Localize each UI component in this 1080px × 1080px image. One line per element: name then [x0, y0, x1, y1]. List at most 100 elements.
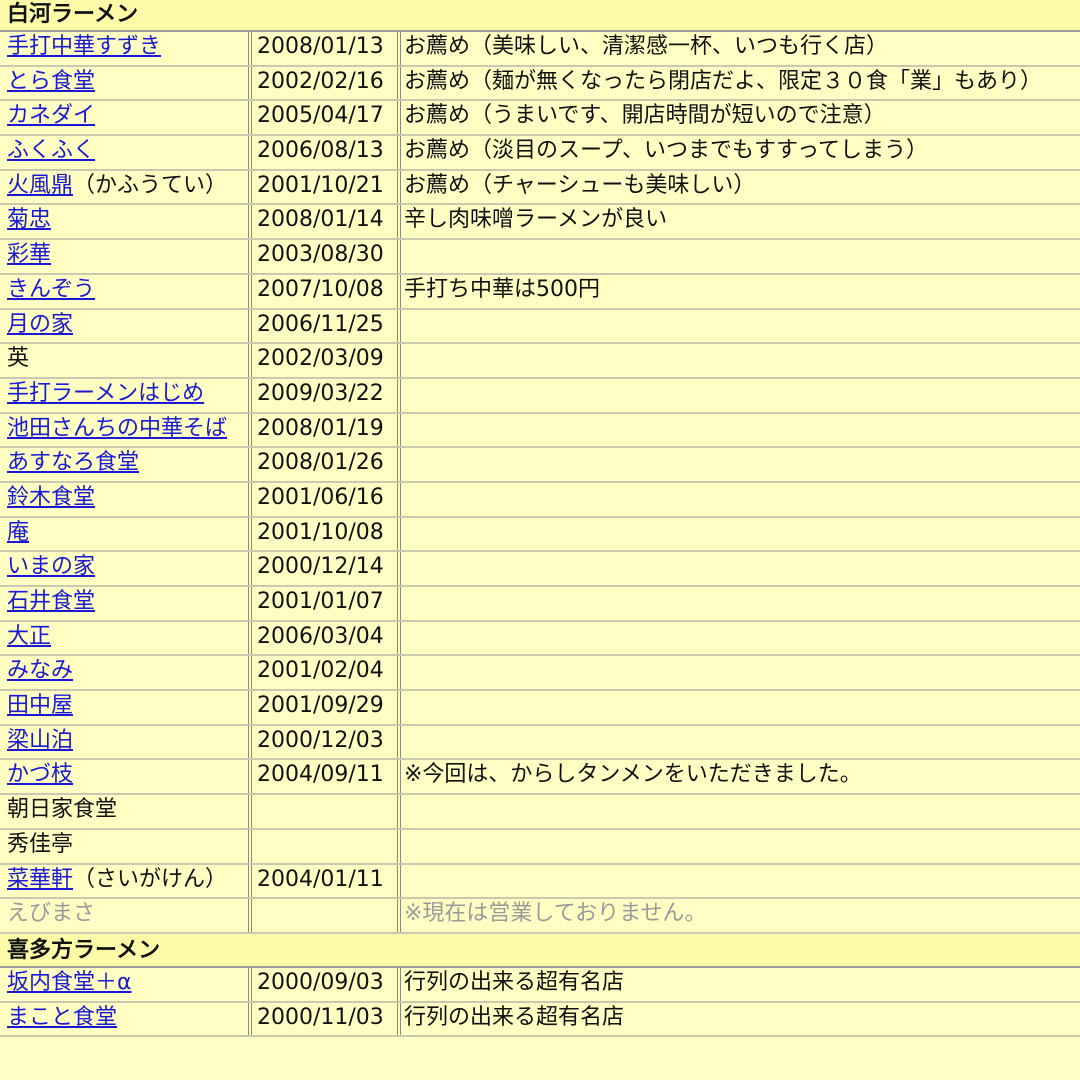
visit-date-cell: 2000/12/03 — [248, 725, 401, 759]
shop-name-cell: みなみ — [0, 656, 248, 690]
shop-link[interactable]: ふくふく — [7, 138, 95, 163]
shop-name-cell: いまの家 — [0, 552, 248, 585]
shop-link[interactable]: いまの家 — [7, 554, 95, 579]
shop-link[interactable]: きんぞう — [7, 277, 95, 302]
shop-name-cell: ふくふく — [0, 136, 248, 169]
visit-date-cell: 2001/06/16 — [248, 482, 401, 516]
shop-name: 秀佳亭 — [7, 831, 74, 857]
table-row: 彩華 2003/08/30 — [0, 240, 1080, 275]
visit-date-cell — [248, 795, 401, 828]
shop-link[interactable]: 菜華軒 — [7, 867, 73, 892]
shop-link[interactable]: 池田さんちの中華そば — [7, 416, 227, 441]
shop-link[interactable]: 石井食堂 — [7, 589, 95, 614]
comment-cell — [401, 656, 1080, 690]
visit-date-cell: 2006/03/04 — [248, 621, 401, 655]
shop-link[interactable]: とら食堂 — [7, 69, 95, 94]
comment-cell — [401, 413, 1080, 447]
table-row: 手打ラーメンはじめ 2009/03/22 — [0, 378, 1080, 414]
visit-date-cell: 2001/10/08 — [248, 517, 401, 551]
table-row: カネダイ 2005/04/17 お薦め（うまいです、開店時間が短いので注意） — [0, 101, 1080, 137]
visit-date-cell: 2006/08/13 — [248, 136, 401, 169]
visit-date-cell: 2002/03/09 — [248, 344, 401, 377]
shop-name-cell: 菊忠 — [0, 205, 248, 239]
table-row: 鈴木食堂 2001/06/16 — [0, 482, 1080, 518]
shop-name-cell: 大正 — [0, 621, 248, 655]
comment-cell: お薦め（チャーシューも美味しい） — [401, 170, 1080, 204]
shop-link[interactable]: あすなろ食堂 — [7, 450, 139, 475]
shop-name-cell: 朝日家食堂 — [0, 795, 248, 828]
table-row: 菜華軒（さいがけん） 2004/01/11 — [0, 864, 1080, 900]
comment-cell: お薦め（美味しい、清潔感一杯、いつも行く店） — [401, 32, 1080, 65]
ramen-shop-list: 白河ラーメン 手打中華すずき 2008/01/13 お薦め（美味しい、清潔感一杯、いつ… — [0, 0, 1080, 1038]
shop-link[interactable]: 大正 — [7, 624, 51, 649]
comment-cell — [401, 517, 1080, 551]
table-row: 手打中華すずき 2008/01/13 お薦め（美味しい、清潔感一杯、いつも行く店） — [0, 32, 1080, 67]
table-row: 月の家 2006/11/25 — [0, 309, 1080, 345]
table-row: 石井食堂 2001/01/07 — [0, 587, 1080, 622]
shop-name-cell: 庵 — [0, 517, 248, 551]
shop-name-cell: カネダイ — [0, 101, 248, 135]
comment-cell: お薦め（うまいです、開店時間が短いので注意） — [401, 101, 1080, 135]
shop-name: 英 — [7, 346, 30, 372]
table-row: ふくふく 2006/08/13 お薦め（淡目のスープ、いつまでもすすってしまう） — [0, 136, 1080, 171]
shop-link[interactable]: 坂内食堂＋α — [7, 970, 132, 995]
shop-name-cell: 手打中華すずき — [0, 32, 248, 65]
visit-date-cell: 2008/01/14 — [248, 205, 401, 239]
shop-name-cell: 菜華軒（さいがけん） — [0, 864, 248, 898]
shop-link[interactable]: まこと食堂 — [7, 1005, 117, 1030]
shop-link[interactable]: 庵 — [7, 520, 29, 545]
shop-name-cell: 鈴木食堂 — [0, 482, 248, 516]
comment-cell — [401, 795, 1080, 828]
visit-date-cell: 2003/08/30 — [248, 240, 401, 273]
table-row: 菊忠 2008/01/14 辛し肉味噌ラーメンが良い — [0, 205, 1080, 241]
visit-date-cell: 2000/12/14 — [248, 552, 401, 585]
visit-date-cell: 2006/11/25 — [248, 309, 401, 343]
shop-link[interactable]: 鈴木食堂 — [7, 485, 95, 510]
shop-link[interactable]: かづ枝 — [7, 762, 73, 787]
shop-link[interactable]: 彩華 — [7, 242, 51, 267]
shop-link[interactable]: カネダイ — [7, 103, 95, 128]
visit-date-cell: 2001/01/07 — [248, 587, 401, 620]
shop-name-cell: 手打ラーメンはじめ — [0, 378, 248, 412]
shop-link[interactable]: 梁山泊 — [7, 728, 73, 753]
shop-reading: （かふうてい） — [73, 172, 228, 198]
shop-name-closed: えびまさ — [7, 901, 96, 927]
table-row: 大正 2006/03/04 — [0, 621, 1080, 657]
comment-cell: お薦め（麺が無くなったら閉店だよ、限定３０食「業」もあり） — [401, 66, 1080, 100]
comment-cell: 辛し肉味噌ラーメンが良い — [401, 205, 1080, 239]
shop-name-cell: 英 — [0, 344, 248, 377]
shop-link[interactable]: 菊忠 — [7, 207, 51, 232]
shop-name-cell: 火風鼎（かふうてい） — [0, 170, 248, 204]
shop-name-cell: えびまさ — [0, 899, 248, 932]
shop-link[interactable]: 火風鼎 — [7, 173, 73, 198]
visit-date-cell: 2001/10/21 — [248, 170, 401, 204]
shop-link[interactable]: 手打中華すずき — [7, 34, 161, 59]
comment-cell: 手打ち中華は500円 — [401, 274, 1080, 308]
table-row: 池田さんちの中華そば 2008/01/19 — [0, 413, 1080, 449]
shop-link[interactable]: みなみ — [7, 658, 73, 683]
table-row: 秀佳亭 — [0, 829, 1080, 865]
shop-name-cell: 坂内食堂＋α — [0, 967, 248, 1001]
shop-name-cell: かづ枝 — [0, 760, 248, 794]
shop-name-cell: 秀佳亭 — [0, 829, 248, 863]
table-row: 火風鼎（かふうてい） 2001/10/21 お薦め（チャーシューも美味しい） — [0, 170, 1080, 206]
visit-date-cell: 2000/09/03 — [248, 967, 401, 1001]
shop-link[interactable]: 手打ラーメンはじめ — [7, 381, 204, 406]
table-row: 田中屋 2001/09/29 — [0, 691, 1080, 726]
table-row: あすなろ食堂 2008/01/26 — [0, 448, 1080, 483]
visit-date-cell: 2008/01/26 — [248, 448, 401, 481]
shop-name-cell: 池田さんちの中華そば — [0, 413, 248, 447]
comment-cell — [401, 552, 1080, 585]
visit-date-cell: 2001/09/29 — [248, 691, 401, 724]
comment-cell — [401, 448, 1080, 481]
table-row: まこと食堂 2000/11/03 行列の出来る超有名店 — [0, 1002, 1080, 1038]
shop-link[interactable]: 田中屋 — [7, 693, 73, 718]
table-row: みなみ 2001/02/04 — [0, 656, 1080, 692]
shop-reading: （さいがけん） — [73, 866, 228, 892]
shop-name-cell: 田中屋 — [0, 691, 248, 724]
shop-link[interactable]: 月の家 — [7, 312, 73, 337]
comment-cell — [401, 309, 1080, 343]
table-row: 庵 2001/10/08 — [0, 517, 1080, 553]
visit-date-cell: 2007/10/08 — [248, 274, 401, 308]
comment-cell — [401, 240, 1080, 273]
